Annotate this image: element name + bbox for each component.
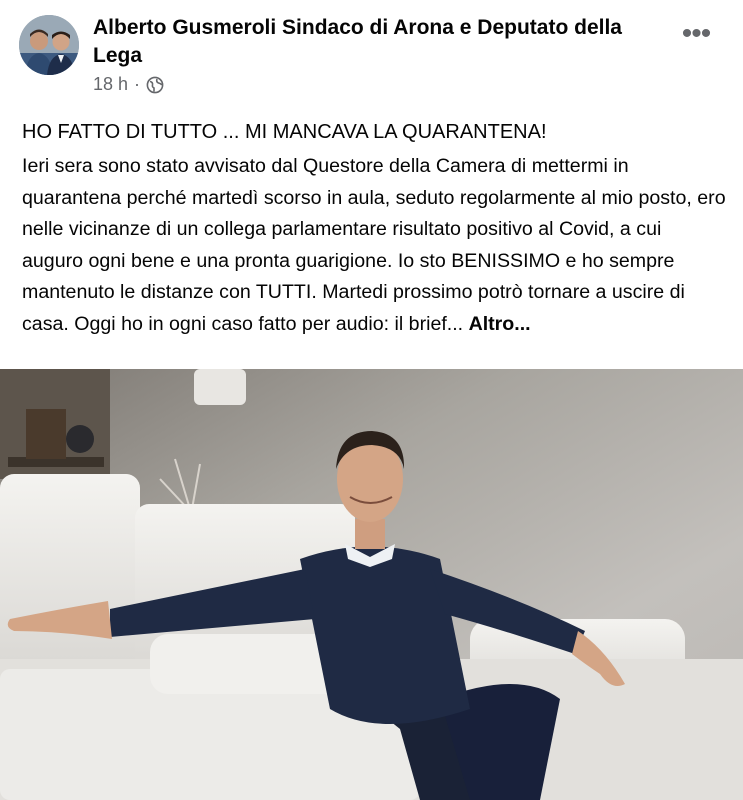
post-meta: 18 h · xyxy=(93,74,164,95)
post-photo[interactable] xyxy=(0,369,743,800)
post-timestamp[interactable]: 18 h xyxy=(93,74,128,95)
globe-icon[interactable] xyxy=(146,76,164,94)
see-more-link[interactable]: Altro... xyxy=(469,313,531,335)
post-body: Ieri sera sono stato avvisato dal Questo… xyxy=(22,151,727,340)
author-avatar[interactable] xyxy=(19,15,79,75)
author-name[interactable]: Alberto Gusmeroli Sindaco di Arona e Dep… xyxy=(93,14,663,70)
more-options-icon[interactable]: ••• xyxy=(678,19,714,54)
post-header: Alberto Gusmeroli Sindaco di Arona e Dep… xyxy=(0,0,743,110)
post-body-text: Ieri sera sono stato avvisato dal Questo… xyxy=(22,155,726,335)
post-headline: HO FATTO DI TUTTO ... MI MANCAVA LA QUAR… xyxy=(22,121,547,143)
meta-separator: · xyxy=(134,74,141,94)
